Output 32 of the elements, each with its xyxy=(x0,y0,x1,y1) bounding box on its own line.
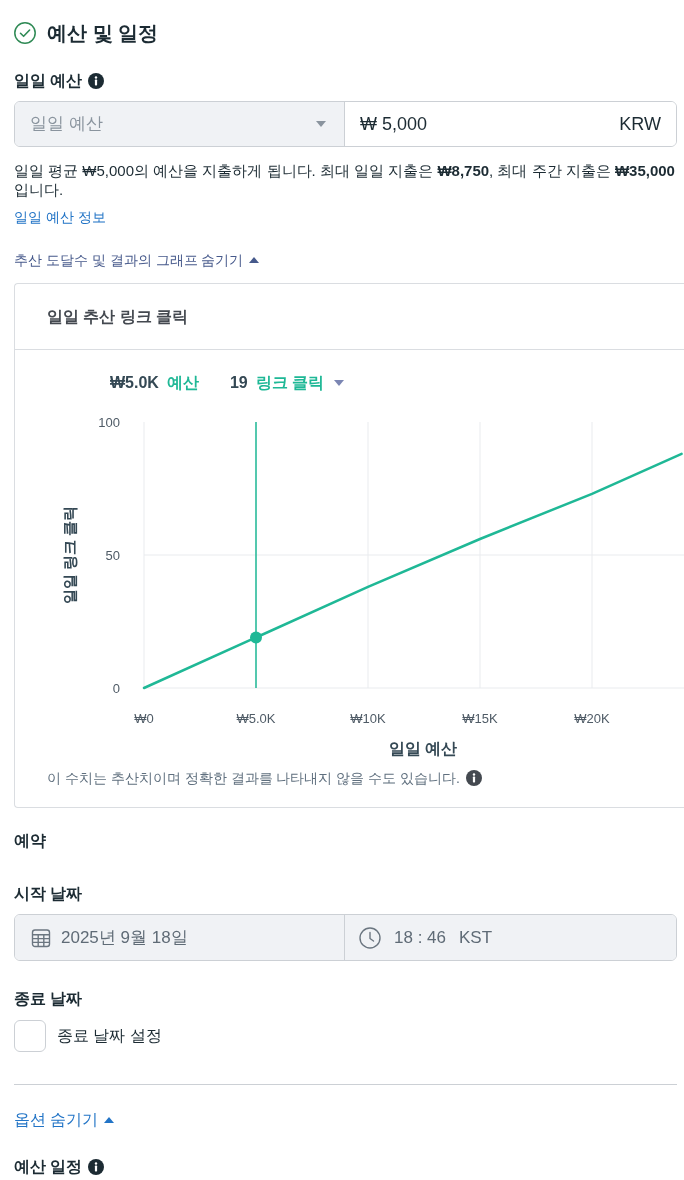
x-axis-title: 일일 예산 xyxy=(388,740,458,757)
budget-description: 일일 평균 ₩5,000의 예산을 지출하게 됩니다. 최대 일일 지출은 ₩8,750, 최대 주간 지출은 ₩35,000입니다. xyxy=(14,161,676,199)
disclaimer-text: 이 수치는 추산치이며 정확한 결과를 나타내지 않을 수도 있습니다. xyxy=(47,769,460,787)
summary-label: 예산 xyxy=(166,373,199,393)
x-tick-label: ₩0 xyxy=(134,711,154,726)
field-label: 종료 날짜 xyxy=(14,989,84,1009)
y-tick-label: 0 xyxy=(112,681,120,696)
section-title: 예산 및 일정 xyxy=(47,21,159,45)
marker-dot xyxy=(250,631,262,644)
y-tick-label: 50 xyxy=(105,548,120,563)
info-icon[interactable] xyxy=(88,1159,105,1175)
summary-value: 19 xyxy=(229,373,248,393)
checkbox-label: 종료 날짜 설정 xyxy=(57,1026,162,1046)
budget-info-link[interactable]: 일일 예산 정보 xyxy=(14,208,106,226)
summary-value: ₩5.0K xyxy=(110,373,159,393)
y-axis-title: 일일 링크 클릭 xyxy=(61,505,78,605)
info-icon[interactable] xyxy=(466,770,482,786)
section-heading: 예약 xyxy=(14,831,47,851)
graph-toggle-link[interactable]: 추산 도달수 및 결과의 그래프 숨기기 xyxy=(14,251,260,269)
x-tick-label: ₩20K xyxy=(574,711,610,726)
field-label: 일일 예산 xyxy=(14,71,83,91)
field-label: 시작 날짜 xyxy=(14,884,84,904)
checkbox[interactable] xyxy=(14,1020,46,1052)
x-tick-label: ₩15K xyxy=(462,711,498,726)
x-tick-label: ₩5.0K xyxy=(236,711,276,726)
y-tick-label: 100 xyxy=(98,415,120,430)
x-tick-label: ₩10K xyxy=(350,711,386,726)
caret-down-icon xyxy=(334,380,345,386)
options-toggle-link[interactable]: 옵션 숨기기 xyxy=(14,1110,115,1130)
info-icon[interactable] xyxy=(88,73,105,89)
field-label: 예산 일정 xyxy=(14,1157,83,1177)
card-title: 일일 추산 링크 클릭 xyxy=(47,306,189,327)
